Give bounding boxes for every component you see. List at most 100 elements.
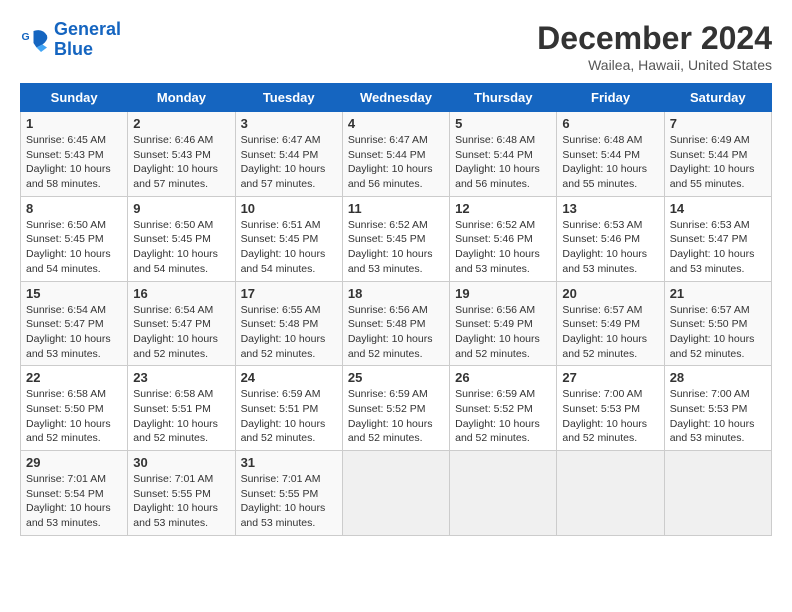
day-detail: Sunrise: 6:59 AM Sunset: 5:51 PM Dayligh… [241, 387, 337, 446]
calendar-week-row: 1 Sunrise: 6:45 AM Sunset: 5:43 PM Dayli… [21, 112, 772, 197]
month-title: December 2024 [537, 20, 772, 57]
calendar-cell: 5 Sunrise: 6:48 AM Sunset: 5:44 PM Dayli… [450, 112, 557, 197]
day-number: 7 [670, 116, 766, 131]
calendar-cell: 11 Sunrise: 6:52 AM Sunset: 5:45 PM Dayl… [342, 196, 449, 281]
day-detail: Sunrise: 7:01 AM Sunset: 5:55 PM Dayligh… [241, 472, 337, 531]
calendar-cell: 19 Sunrise: 6:56 AM Sunset: 5:49 PM Dayl… [450, 281, 557, 366]
calendar-cell: 1 Sunrise: 6:45 AM Sunset: 5:43 PM Dayli… [21, 112, 128, 197]
calendar-cell: 16 Sunrise: 6:54 AM Sunset: 5:47 PM Dayl… [128, 281, 235, 366]
day-detail: Sunrise: 6:50 AM Sunset: 5:45 PM Dayligh… [133, 218, 229, 277]
calendar-cell: 7 Sunrise: 6:49 AM Sunset: 5:44 PM Dayli… [664, 112, 771, 197]
day-number: 9 [133, 201, 229, 216]
calendar-cell: 3 Sunrise: 6:47 AM Sunset: 5:44 PM Dayli… [235, 112, 342, 197]
day-number: 3 [241, 116, 337, 131]
day-number: 27 [562, 370, 658, 385]
day-detail: Sunrise: 6:57 AM Sunset: 5:50 PM Dayligh… [670, 303, 766, 362]
day-detail: Sunrise: 6:53 AM Sunset: 5:47 PM Dayligh… [670, 218, 766, 277]
day-detail: Sunrise: 6:48 AM Sunset: 5:44 PM Dayligh… [562, 133, 658, 192]
calendar-week-row: 29 Sunrise: 7:01 AM Sunset: 5:54 PM Dayl… [21, 451, 772, 536]
day-detail: Sunrise: 6:56 AM Sunset: 5:49 PM Dayligh… [455, 303, 551, 362]
calendar-cell: 24 Sunrise: 6:59 AM Sunset: 5:51 PM Dayl… [235, 366, 342, 451]
day-detail: Sunrise: 6:50 AM Sunset: 5:45 PM Dayligh… [26, 218, 122, 277]
calendar-cell: 14 Sunrise: 6:53 AM Sunset: 5:47 PM Dayl… [664, 196, 771, 281]
day-detail: Sunrise: 6:51 AM Sunset: 5:45 PM Dayligh… [241, 218, 337, 277]
day-detail: Sunrise: 6:58 AM Sunset: 5:51 PM Dayligh… [133, 387, 229, 446]
title-area: December 2024 Wailea, Hawaii, United Sta… [537, 20, 772, 73]
calendar-cell: 29 Sunrise: 7:01 AM Sunset: 5:54 PM Dayl… [21, 451, 128, 536]
weekday-header: Sunday [21, 84, 128, 112]
svg-text:G: G [22, 31, 30, 43]
day-detail: Sunrise: 7:01 AM Sunset: 5:54 PM Dayligh… [26, 472, 122, 531]
day-number: 8 [26, 201, 122, 216]
day-detail: Sunrise: 6:54 AM Sunset: 5:47 PM Dayligh… [133, 303, 229, 362]
day-number: 16 [133, 286, 229, 301]
calendar-week-row: 8 Sunrise: 6:50 AM Sunset: 5:45 PM Dayli… [21, 196, 772, 281]
calendar-cell: 22 Sunrise: 6:58 AM Sunset: 5:50 PM Dayl… [21, 366, 128, 451]
logo-icon: G [20, 25, 50, 55]
day-number: 23 [133, 370, 229, 385]
day-number: 17 [241, 286, 337, 301]
day-detail: Sunrise: 6:47 AM Sunset: 5:44 PM Dayligh… [241, 133, 337, 192]
calendar-cell [450, 451, 557, 536]
day-number: 6 [562, 116, 658, 131]
day-detail: Sunrise: 6:59 AM Sunset: 5:52 PM Dayligh… [455, 387, 551, 446]
day-detail: Sunrise: 6:55 AM Sunset: 5:48 PM Dayligh… [241, 303, 337, 362]
day-number: 21 [670, 286, 766, 301]
day-number: 22 [26, 370, 122, 385]
day-number: 24 [241, 370, 337, 385]
day-number: 30 [133, 455, 229, 470]
day-detail: Sunrise: 7:01 AM Sunset: 5:55 PM Dayligh… [133, 472, 229, 531]
weekday-header: Friday [557, 84, 664, 112]
day-number: 5 [455, 116, 551, 131]
day-number: 13 [562, 201, 658, 216]
calendar-cell: 28 Sunrise: 7:00 AM Sunset: 5:53 PM Dayl… [664, 366, 771, 451]
calendar-week-row: 22 Sunrise: 6:58 AM Sunset: 5:50 PM Dayl… [21, 366, 772, 451]
day-number: 4 [348, 116, 444, 131]
location: Wailea, Hawaii, United States [537, 57, 772, 73]
calendar-body: 1 Sunrise: 6:45 AM Sunset: 5:43 PM Dayli… [21, 112, 772, 536]
day-number: 18 [348, 286, 444, 301]
day-detail: Sunrise: 6:56 AM Sunset: 5:48 PM Dayligh… [348, 303, 444, 362]
day-number: 14 [670, 201, 766, 216]
calendar-week-row: 15 Sunrise: 6:54 AM Sunset: 5:47 PM Dayl… [21, 281, 772, 366]
calendar-cell: 26 Sunrise: 6:59 AM Sunset: 5:52 PM Dayl… [450, 366, 557, 451]
calendar-cell: 6 Sunrise: 6:48 AM Sunset: 5:44 PM Dayli… [557, 112, 664, 197]
calendar-cell [557, 451, 664, 536]
calendar-cell: 17 Sunrise: 6:55 AM Sunset: 5:48 PM Dayl… [235, 281, 342, 366]
logo: G General Blue [20, 20, 121, 60]
day-number: 19 [455, 286, 551, 301]
weekday-row: SundayMondayTuesdayWednesdayThursdayFrid… [21, 84, 772, 112]
calendar: SundayMondayTuesdayWednesdayThursdayFrid… [20, 83, 772, 536]
day-detail: Sunrise: 6:53 AM Sunset: 5:46 PM Dayligh… [562, 218, 658, 277]
calendar-cell: 2 Sunrise: 6:46 AM Sunset: 5:43 PM Dayli… [128, 112, 235, 197]
day-number: 25 [348, 370, 444, 385]
calendar-cell: 9 Sunrise: 6:50 AM Sunset: 5:45 PM Dayli… [128, 196, 235, 281]
header: G General Blue December 2024 Wailea, Haw… [20, 20, 772, 73]
calendar-cell: 8 Sunrise: 6:50 AM Sunset: 5:45 PM Dayli… [21, 196, 128, 281]
day-detail: Sunrise: 6:58 AM Sunset: 5:50 PM Dayligh… [26, 387, 122, 446]
day-detail: Sunrise: 7:00 AM Sunset: 5:53 PM Dayligh… [562, 387, 658, 446]
day-number: 1 [26, 116, 122, 131]
calendar-cell [342, 451, 449, 536]
calendar-cell: 15 Sunrise: 6:54 AM Sunset: 5:47 PM Dayl… [21, 281, 128, 366]
calendar-cell: 25 Sunrise: 6:59 AM Sunset: 5:52 PM Dayl… [342, 366, 449, 451]
weekday-header: Monday [128, 84, 235, 112]
calendar-cell: 27 Sunrise: 7:00 AM Sunset: 5:53 PM Dayl… [557, 366, 664, 451]
day-detail: Sunrise: 6:47 AM Sunset: 5:44 PM Dayligh… [348, 133, 444, 192]
day-detail: Sunrise: 6:49 AM Sunset: 5:44 PM Dayligh… [670, 133, 766, 192]
logo-text: General Blue [54, 20, 121, 60]
day-detail: Sunrise: 7:00 AM Sunset: 5:53 PM Dayligh… [670, 387, 766, 446]
calendar-cell: 10 Sunrise: 6:51 AM Sunset: 5:45 PM Dayl… [235, 196, 342, 281]
day-number: 28 [670, 370, 766, 385]
calendar-cell: 30 Sunrise: 7:01 AM Sunset: 5:55 PM Dayl… [128, 451, 235, 536]
day-number: 11 [348, 201, 444, 216]
day-number: 31 [241, 455, 337, 470]
day-number: 12 [455, 201, 551, 216]
weekday-header: Wednesday [342, 84, 449, 112]
day-number: 26 [455, 370, 551, 385]
weekday-header: Thursday [450, 84, 557, 112]
calendar-cell: 12 Sunrise: 6:52 AM Sunset: 5:46 PM Dayl… [450, 196, 557, 281]
day-detail: Sunrise: 6:59 AM Sunset: 5:52 PM Dayligh… [348, 387, 444, 446]
calendar-cell: 18 Sunrise: 6:56 AM Sunset: 5:48 PM Dayl… [342, 281, 449, 366]
day-number: 20 [562, 286, 658, 301]
